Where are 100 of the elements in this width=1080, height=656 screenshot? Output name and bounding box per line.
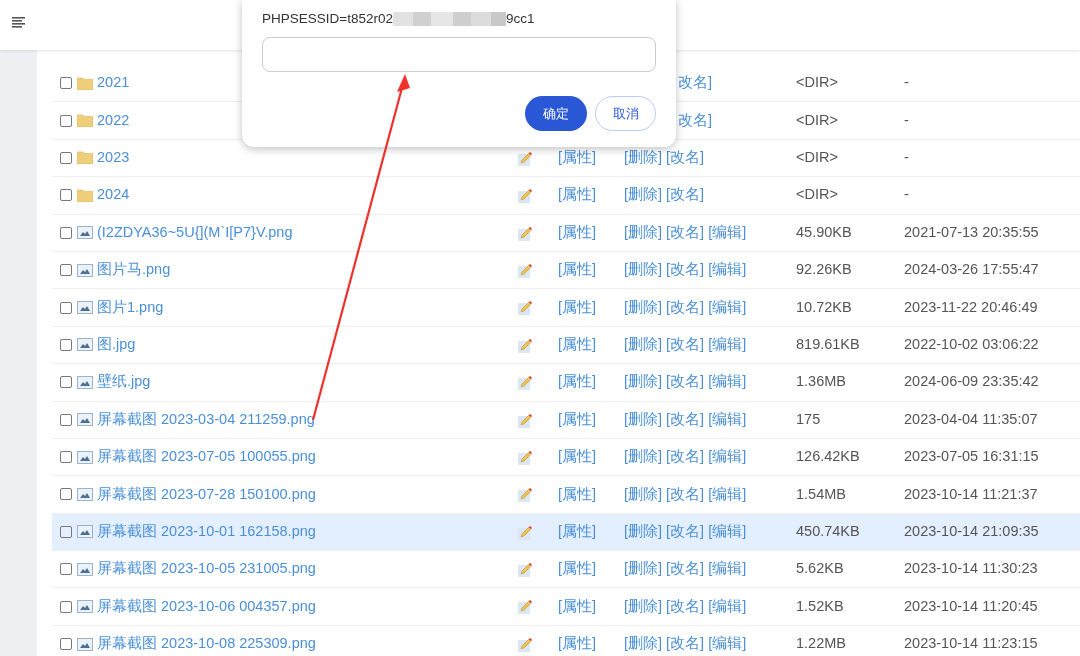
properties-link[interactable]: [属性]: [558, 410, 597, 427]
pencil-icon[interactable]: [518, 300, 532, 316]
file-link[interactable]: 图片马.png: [97, 259, 171, 281]
action-link[interactable]: [删除]: [624, 483, 663, 506]
properties-link[interactable]: [属性]: [558, 597, 597, 614]
pencil-icon[interactable]: [518, 375, 532, 391]
action-link[interactable]: [编辑]: [708, 334, 747, 356]
file-link[interactable]: 屏幕截图 2023-10-05 231005.png: [97, 558, 316, 581]
menu-icon[interactable]: [12, 16, 25, 28]
checkbox[interactable]: [60, 600, 72, 613]
action-link[interactable]: [编辑]: [708, 521, 747, 543]
pencil-icon[interactable]: [518, 337, 532, 353]
action-link[interactable]: [改名]: [666, 221, 705, 244]
cancel-button[interactable]: 取消: [595, 96, 656, 132]
action-link[interactable]: [编辑]: [708, 633, 747, 655]
action-link[interactable]: [改名]: [666, 147, 705, 169]
checkbox[interactable]: [60, 189, 72, 202]
pencil-icon[interactable]: [518, 487, 532, 503]
action-link[interactable]: [删除]: [624, 558, 663, 581]
properties-link[interactable]: [属性]: [558, 223, 597, 240]
properties-link[interactable]: [属性]: [558, 635, 597, 652]
action-link[interactable]: [删除]: [624, 595, 663, 618]
file-link[interactable]: 屏幕截图 2023-10-08 225309.png: [97, 633, 316, 655]
file-link[interactable]: 屏幕截图 2023-10-06 004357.png: [97, 595, 316, 618]
properties-link[interactable]: [属性]: [558, 149, 597, 166]
checkbox[interactable]: [60, 488, 72, 501]
action-link[interactable]: [改名]: [666, 334, 705, 356]
properties-link[interactable]: [属性]: [558, 448, 597, 465]
action-link[interactable]: 改名]: [678, 109, 713, 132]
action-link[interactable]: [删除]: [624, 296, 663, 319]
action-link[interactable]: [删除]: [624, 408, 663, 431]
properties-link[interactable]: [属性]: [558, 485, 597, 502]
checkbox[interactable]: [60, 413, 72, 426]
pencil-icon[interactable]: [518, 188, 532, 204]
file-link[interactable]: 2024: [97, 184, 130, 207]
checkbox[interactable]: [60, 151, 72, 164]
action-link[interactable]: [删除]: [624, 184, 663, 207]
action-link[interactable]: [编辑]: [708, 259, 747, 281]
properties-link[interactable]: [属性]: [558, 336, 597, 353]
action-link[interactable]: [删除]: [624, 446, 663, 468]
pencil-icon[interactable]: [518, 150, 532, 166]
confirm-button[interactable]: 确定: [525, 96, 587, 132]
action-link[interactable]: [改名]: [666, 558, 705, 581]
action-link[interactable]: [改名]: [666, 521, 705, 543]
pencil-icon[interactable]: [518, 412, 532, 428]
checkbox[interactable]: [60, 376, 72, 389]
properties-link[interactable]: [属性]: [558, 560, 597, 577]
action-link[interactable]: [改名]: [666, 633, 705, 655]
checkbox[interactable]: [60, 563, 72, 576]
file-link[interactable]: (I2ZDYA36~5U{](M`I[P7}V.png: [97, 221, 293, 244]
action-link[interactable]: [改名]: [666, 259, 705, 281]
file-link[interactable]: 屏幕截图 2023-03-04 211259.png: [97, 408, 315, 431]
pencil-icon[interactable]: [518, 599, 532, 615]
properties-link[interactable]: [属性]: [558, 186, 597, 203]
checkbox[interactable]: [60, 264, 72, 277]
file-link[interactable]: 屏幕截图 2023-07-05 100055.png: [97, 446, 316, 468]
action-link[interactable]: [编辑]: [708, 296, 747, 319]
file-link[interactable]: 图片1.png: [97, 296, 164, 319]
action-link[interactable]: [编辑]: [708, 446, 747, 468]
properties-link[interactable]: [属性]: [558, 298, 597, 315]
action-link[interactable]: [编辑]: [708, 595, 747, 618]
action-link[interactable]: [删除]: [624, 221, 663, 244]
checkbox[interactable]: [60, 525, 72, 538]
action-link[interactable]: [删除]: [624, 147, 663, 169]
checkbox[interactable]: [60, 451, 72, 464]
input-field[interactable]: [262, 37, 656, 73]
file-link[interactable]: 图.jpg: [97, 334, 136, 356]
action-link[interactable]: [改名]: [666, 408, 705, 431]
action-link[interactable]: [删除]: [624, 334, 663, 356]
file-link[interactable]: 2022: [97, 109, 130, 132]
properties-link[interactable]: [属性]: [558, 261, 597, 278]
pencil-icon[interactable]: [518, 636, 532, 652]
properties-link[interactable]: [属性]: [558, 523, 597, 539]
action-link[interactable]: [删除]: [624, 521, 663, 543]
action-link[interactable]: [编辑]: [708, 483, 747, 506]
action-link[interactable]: 改名]: [678, 72, 713, 95]
checkbox[interactable]: [60, 338, 72, 351]
action-link[interactable]: [改名]: [666, 184, 705, 207]
action-link[interactable]: [编辑]: [708, 408, 747, 431]
checkbox[interactable]: [60, 638, 72, 651]
checkbox[interactable]: [60, 301, 72, 314]
selected-row[interactable]: 屏幕截图 2023-10-01 162158.png [属性] [删除] [改名] [编辑] 450.74KB 2023-10-14 21:09:35: [52, 513, 1080, 552]
file-link[interactable]: 屏幕截图 2023-10-01 162158.png: [97, 521, 316, 543]
file-link[interactable]: 2021: [97, 72, 130, 95]
pencil-icon[interactable]: [518, 262, 532, 278]
file-link[interactable]: 壁纸.jpg: [97, 371, 151, 394]
action-link[interactable]: [编辑]: [708, 221, 747, 244]
checkbox[interactable]: [60, 114, 72, 127]
action-link[interactable]: [改名]: [666, 595, 705, 618]
action-link[interactable]: [改名]: [666, 446, 705, 468]
file-link[interactable]: 2023: [97, 147, 130, 169]
action-link[interactable]: [改名]: [666, 371, 705, 394]
action-link[interactable]: [编辑]: [708, 371, 747, 394]
file-link[interactable]: 屏幕截图 2023-07-28 150100.png: [97, 483, 316, 506]
action-link[interactable]: [删除]: [624, 633, 663, 655]
action-link[interactable]: [改名]: [666, 296, 705, 319]
checkbox[interactable]: [60, 226, 72, 239]
pencil-icon[interactable]: [518, 449, 532, 465]
action-link[interactable]: [删除]: [624, 259, 663, 281]
action-link[interactable]: [改名]: [666, 483, 705, 506]
